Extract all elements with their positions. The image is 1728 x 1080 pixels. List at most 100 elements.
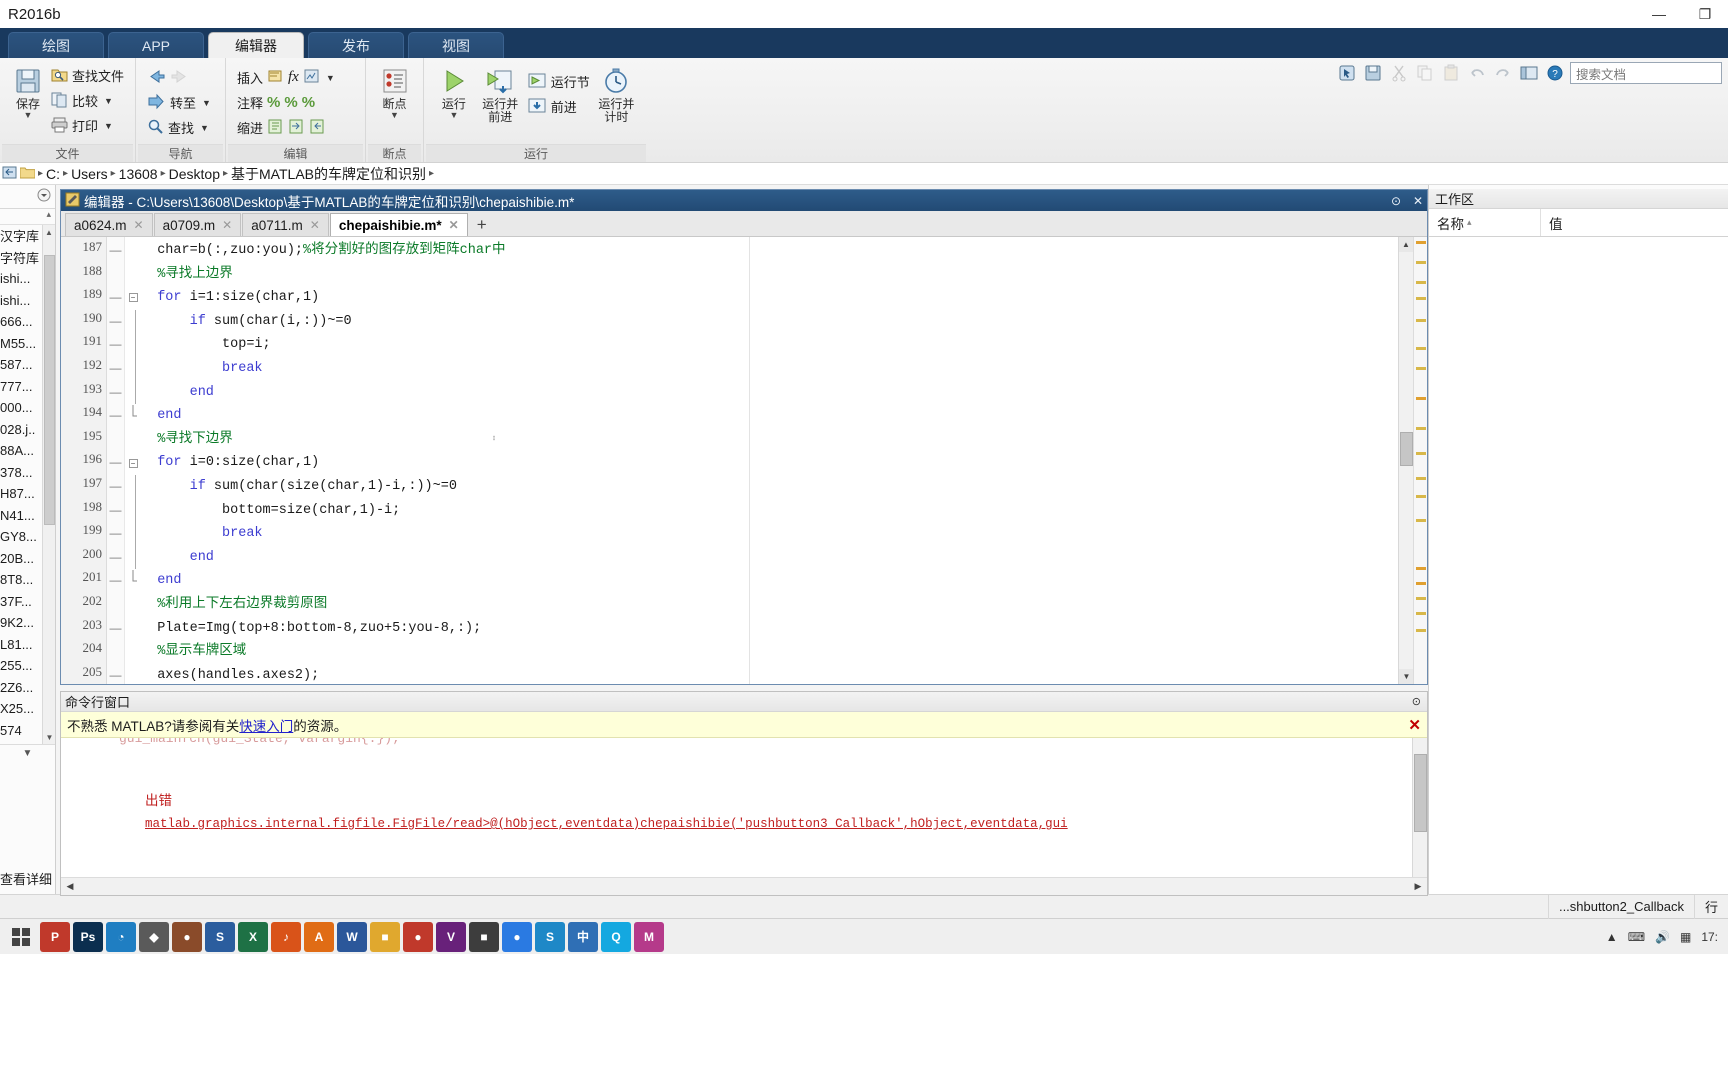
new-tab-button[interactable]: + [469,213,495,236]
save-icon[interactable] [1362,62,1384,84]
wrap-comment-icon[interactable]: % [302,94,315,111]
app9-icon[interactable]: A [304,921,334,952]
redo-icon[interactable] [1492,62,1514,84]
indent-row[interactable]: 缩进 [234,115,338,140]
fold-marker[interactable] [125,263,141,287]
goto-caret-icon[interactable]: ▼ [202,98,211,108]
fold-collapse-icon[interactable]: − [128,458,138,468]
executable-marker[interactable]: — [107,357,124,381]
executable-marker[interactable]: — [107,381,124,405]
app19-icon[interactable]: M [634,921,664,952]
command-window-scrollbar[interactable] [1412,738,1427,877]
tray-expand-icon[interactable]: ▲ [1606,930,1618,944]
code-area[interactable]: 187 188 189 190 191 192 193 194 195 196 197 198 199 2… [61,237,1427,684]
tab-apps[interactable]: APP [108,32,204,58]
crumb-13608[interactable]: 13608 [119,166,158,182]
breakpoint-button[interactable]: 断点 ▼ [374,63,415,122]
fold-marker[interactable] [125,333,141,357]
photoshop-icon[interactable]: Ps [73,921,103,952]
code-line[interactable]: top=i; [141,333,1398,357]
code-line[interactable]: end [141,381,1398,405]
code-line[interactable]: if sum(char(size(char,1)-i,:))~=0 [141,475,1398,499]
code-line[interactable]: %显示车牌区域 [141,640,1398,664]
app17-icon[interactable]: 中 [568,921,598,952]
close-icon[interactable]: ✕ [449,218,459,232]
code-line[interactable]: char=b(:,zuo:you);%将分割好的图存放到矩阵char中 [141,239,1398,263]
app12-icon[interactable]: ● [403,921,433,952]
code-line[interactable]: break [141,357,1398,381]
executable-marker[interactable]: — [107,451,124,475]
layout-icon[interactable] [1518,62,1540,84]
tray-network-icon[interactable]: ▦ [1680,930,1691,944]
fold-marker[interactable] [125,545,141,570]
crumb-c[interactable]: C: [46,166,60,182]
fold-marker[interactable]: − [125,451,141,475]
error-link[interactable]: matlab.graphics.internal.figfile.FigFile… [145,817,1068,831]
code-line[interactable]: for i=1:size(char,1) [141,286,1398,310]
find-files-button[interactable]: 查找文件 [48,63,127,88]
fold-marker[interactable] [125,522,141,546]
app6-icon[interactable]: S [205,921,235,952]
run-caret-icon[interactable]: ▼ [449,111,458,120]
fold-marker[interactable] [125,664,141,684]
scrollbar-thumb[interactable] [1414,754,1427,832]
executable-marker[interactable] [107,263,124,287]
executable-marker[interactable]: — [107,664,124,684]
editor-close-button[interactable]: ✕ [1409,194,1427,208]
command-window-output[interactable]: gui_mainfcn(gui_State, varargin{:}); 出错 … [61,738,1427,877]
fold-marker[interactable] [125,404,141,428]
executable-marker[interactable]: — [107,239,124,263]
tab-publish[interactable]: 发布 [308,32,404,58]
print-button[interactable]: 打印 ▼ [48,113,127,138]
advance-button[interactable]: 前进 [525,94,593,119]
folder-icon[interactable]: ■ [370,921,400,952]
fold-marker[interactable] [125,640,141,664]
close-icon[interactable]: ✕ [222,218,232,232]
code-line[interactable]: for i=0:size(char,1) [141,451,1398,475]
word-icon[interactable]: W [337,921,367,952]
undo-icon[interactable] [1466,62,1488,84]
fold-marker[interactable]: − [125,286,141,310]
fold-marker[interactable] [125,309,141,334]
vs-icon[interactable]: V [436,921,466,952]
help-icon[interactable]: ? [1544,62,1566,84]
crumb-desktop[interactable]: Desktop [169,166,220,182]
scroll-up-icon[interactable]: ▲ [43,225,55,239]
app4-icon[interactable]: ◆ [139,921,169,952]
workspace-col-value[interactable]: 值 [1541,209,1563,236]
indent-left-icon[interactable] [309,118,326,138]
editor-vertical-scrollbar[interactable]: ▲ ▼ [1398,237,1414,684]
fold-marker[interactable] [125,617,141,641]
executable-marker[interactable] [107,640,124,664]
code-line[interactable]: axes(handles.axes2); [141,664,1398,684]
insert-caret-icon[interactable]: ▼ [326,73,335,83]
fold-marker[interactable] [125,593,141,617]
app14-icon[interactable]: ■ [469,921,499,952]
code-line[interactable]: end [141,569,1398,593]
code-line[interactable]: if sum(char(i,:))~=0 [141,310,1398,334]
copy-icon[interactable] [1414,62,1436,84]
fold-marker[interactable] [125,380,141,405]
tab-view[interactable]: 视图 [408,32,504,58]
code-line[interactable]: %寻找上边界 [141,263,1398,287]
close-icon[interactable]: ✕ [134,218,144,232]
crumb-users[interactable]: Users [71,166,108,182]
code-text[interactable]: char=b(:,zuo:you);%将分割好的图存放到矩阵char中 %寻找上… [141,237,1398,684]
crumb-project[interactable]: 基于MATLAB的车牌定位和识别 [231,164,426,184]
find-button[interactable]: 查找 ▼ [144,115,214,140]
editor-tab-a0624[interactable]: a0624.m ✕ [65,213,153,236]
smart-indent-icon[interactable] [267,118,284,138]
editor-tab-a0711[interactable]: a0711.m ✕ [242,213,329,236]
excel-icon[interactable]: X [238,921,268,952]
tray-volume-icon[interactable]: 🔊 [1655,930,1670,944]
code-line[interactable]: end [141,546,1398,570]
executable-marker[interactable] [107,428,124,452]
app5-icon[interactable]: ● [172,921,202,952]
tab-editor[interactable]: 编辑器 [208,32,304,58]
app16-icon[interactable]: S [535,921,565,952]
code-analyzer-bar[interactable] [1413,237,1427,684]
code-line[interactable]: break [141,522,1398,546]
workspace-table-body[interactable] [1429,237,1728,894]
save-caret-icon[interactable]: ▼ [24,111,33,120]
code-line[interactable]: %寻找下边界 [141,428,1398,452]
